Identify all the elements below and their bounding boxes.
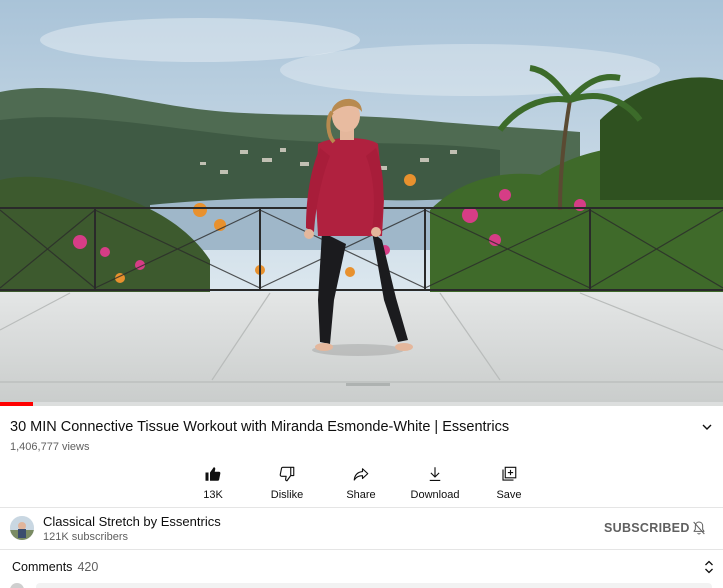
chevron-down-icon[interactable] [700,420,714,434]
thumbs-up-filled-icon [205,467,221,481]
expand-collapse-icon[interactable] [703,559,715,575]
comment-preview[interactable] [36,583,712,588]
save-playlist-icon [502,466,517,481]
channel-avatar[interactable] [10,516,34,540]
download-button[interactable]: Download [395,462,475,502]
video-progress-bar[interactable] [0,402,723,406]
share-label: Share [346,489,376,501]
video-player[interactable] [0,0,723,406]
save-label: Save [496,489,522,501]
video-frame [0,0,723,406]
channel-name[interactable]: Classical Stretch by Essentrics [43,514,221,529]
divider [0,549,723,550]
video-title: 30 MIN Connective Tissue Workout with Mi… [10,419,510,435]
channel-avatar-image [10,516,34,540]
dislike-button[interactable]: Dislike [247,462,327,502]
like-button[interactable]: 13K [173,462,253,502]
video-progress-fill [0,402,33,406]
subscriber-count: 121K subscribers [43,531,128,543]
thumbs-down-icon [279,466,295,482]
action-bar: 13K Dislike Share Download Save [0,462,723,502]
like-count: 13K [203,489,223,501]
comments-header[interactable]: Comments 420 [12,560,98,574]
download-icon [429,467,441,481]
subscribed-button[interactable]: SUBSCRIBED [604,521,690,535]
notifications-off-bell-icon[interactable] [691,520,707,536]
comment-preview-avatar [10,583,24,588]
share-icon [353,468,369,481]
share-button[interactable]: Share [321,462,401,502]
comments-label: Comments [12,560,73,574]
download-label: Download [410,489,460,501]
dislike-label: Dislike [270,489,304,501]
save-button[interactable]: Save [469,462,549,502]
divider [0,507,723,508]
view-count: 1,406,777 views [10,441,90,453]
comments-count: 420 [77,560,99,574]
